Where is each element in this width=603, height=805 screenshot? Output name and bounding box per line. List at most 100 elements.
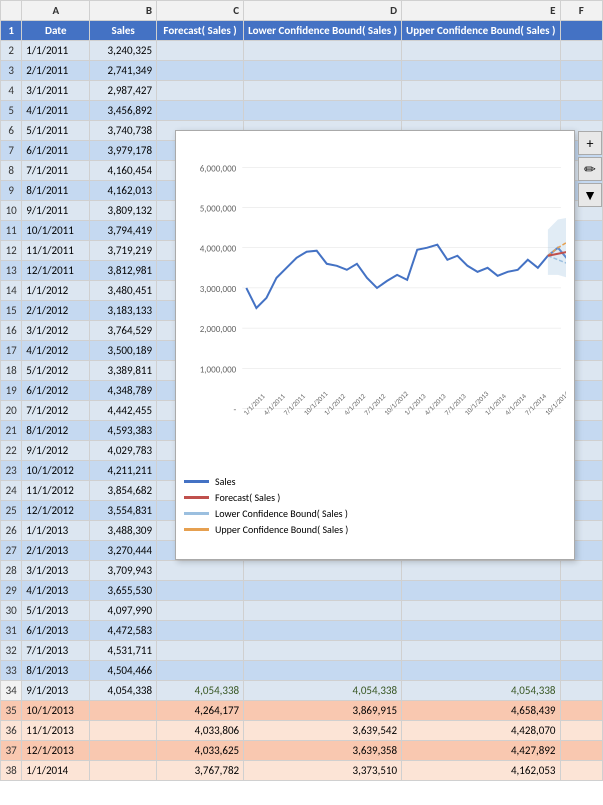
legend-sales-label: Sales bbox=[215, 475, 236, 488]
cell-b: 4,162,013 bbox=[90, 181, 157, 201]
cell-d bbox=[244, 641, 402, 661]
cell-a: 6/1/2012 bbox=[22, 381, 90, 401]
row-number: 32 bbox=[1, 641, 22, 661]
svg-text:4,000,000: 4,000,000 bbox=[200, 244, 237, 255]
table-row: 316/1/20134,472,583 bbox=[1, 621, 603, 641]
svg-text:10/1/2014: 10/1/2014 bbox=[543, 389, 566, 417]
cell-a: 5/1/2011 bbox=[22, 121, 90, 141]
cell-c bbox=[157, 81, 244, 101]
cell-b: 3,854,682 bbox=[90, 481, 157, 501]
cell-b: 3,812,981 bbox=[90, 261, 157, 281]
cell-c bbox=[157, 41, 244, 61]
cell-d: 3,639,358 bbox=[244, 741, 402, 761]
cell-e bbox=[402, 581, 560, 601]
cell-a: 3/1/2012 bbox=[22, 321, 90, 341]
cell-b bbox=[90, 761, 157, 781]
cell-c: 4,033,625 bbox=[157, 741, 244, 761]
col-e-header: E bbox=[402, 1, 560, 21]
table-row: 283/1/20133,709,943 bbox=[1, 561, 603, 581]
row-number: 11 bbox=[1, 221, 22, 241]
row-number: 33 bbox=[1, 661, 22, 681]
row-number: 10 bbox=[1, 201, 22, 221]
row-number: 15 bbox=[1, 301, 22, 321]
cell-a: 10/1/2011 bbox=[22, 221, 90, 241]
cell-f bbox=[560, 61, 603, 81]
chart-add-button[interactable]: + bbox=[578, 131, 602, 155]
table-row: 54/1/20113,456,892 bbox=[1, 101, 603, 121]
table-row: 3611/1/20134,033,8063,639,5424,428,070 bbox=[1, 721, 603, 741]
table-row: 338/1/20134,504,466 bbox=[1, 661, 603, 681]
row-number: 5 bbox=[1, 101, 22, 121]
cell-f bbox=[560, 101, 603, 121]
chart-filter-button[interactable]: ▼ bbox=[578, 183, 602, 207]
row-number: 20 bbox=[1, 401, 22, 421]
cell-a: 1/1/2012 bbox=[22, 281, 90, 301]
row-number: 35 bbox=[1, 701, 22, 721]
cell-d: 4,054,338 bbox=[244, 681, 402, 701]
table-row: 294/1/20133,655,530 bbox=[1, 581, 603, 601]
cell-c bbox=[157, 621, 244, 641]
cell-f bbox=[560, 681, 603, 701]
col-a-header: A bbox=[22, 1, 90, 21]
cell-a: 9/1/2013 bbox=[22, 681, 90, 701]
col-b-header: B bbox=[90, 1, 157, 21]
cell-b: 3,709,943 bbox=[90, 561, 157, 581]
row-1-header: 1 bbox=[1, 21, 22, 41]
cell-a: 1/1/2013 bbox=[22, 521, 90, 541]
cell-a: 2/1/2012 bbox=[22, 301, 90, 321]
cell-b: 4,097,990 bbox=[90, 601, 157, 621]
cell-b: 4,531,711 bbox=[90, 641, 157, 661]
row-number: 22 bbox=[1, 441, 22, 461]
cell-a: 4/1/2012 bbox=[22, 341, 90, 361]
chart-brush-button[interactable]: ✏ bbox=[578, 157, 602, 181]
cell-a: 5/1/2013 bbox=[22, 601, 90, 621]
cell-a: 9/1/2011 bbox=[22, 201, 90, 221]
legend-upper-label: Upper Confidence Bound( Sales ) bbox=[215, 523, 348, 536]
row-number: 26 bbox=[1, 521, 22, 541]
legend-sales: Sales bbox=[184, 475, 566, 488]
cell-e bbox=[402, 641, 560, 661]
row-number: 24 bbox=[1, 481, 22, 501]
cell-a: 3/1/2011 bbox=[22, 81, 90, 101]
cell-f bbox=[560, 621, 603, 641]
header-f bbox=[560, 21, 603, 41]
header-sales: Sales bbox=[90, 21, 157, 41]
cell-a: 8/1/2013 bbox=[22, 661, 90, 681]
cell-a: 7/1/2012 bbox=[22, 401, 90, 421]
cell-d bbox=[244, 661, 402, 681]
cell-b: 4,029,783 bbox=[90, 441, 157, 461]
legend-lower-line bbox=[184, 512, 209, 515]
cell-d: 3,869,915 bbox=[244, 701, 402, 721]
chart-area: 6,000,000 5,000,000 4,000,000 3,000,000 … bbox=[176, 131, 574, 471]
col-c-header: C bbox=[157, 1, 244, 21]
cell-b: 3,719,219 bbox=[90, 241, 157, 261]
legend-upper-line bbox=[184, 528, 209, 531]
cell-a: 10/1/2012 bbox=[22, 461, 90, 481]
cell-f bbox=[560, 761, 603, 781]
cell-d bbox=[244, 621, 402, 641]
row-number: 9 bbox=[1, 181, 22, 201]
header-date: Date bbox=[22, 21, 90, 41]
cell-a: 1/1/2011 bbox=[22, 41, 90, 61]
row-number: 17 bbox=[1, 341, 22, 361]
cell-e bbox=[402, 101, 560, 121]
cell-a: 9/1/2012 bbox=[22, 441, 90, 461]
cell-a: 11/1/2013 bbox=[22, 721, 90, 741]
cell-f bbox=[560, 701, 603, 721]
cell-e bbox=[402, 61, 560, 81]
svg-text:1,000,000: 1,000,000 bbox=[200, 364, 237, 375]
cell-d bbox=[244, 101, 402, 121]
row-number: 36 bbox=[1, 721, 22, 741]
row-number: 16 bbox=[1, 321, 22, 341]
cell-a: 2/1/2013 bbox=[22, 541, 90, 561]
row-number: 34 bbox=[1, 681, 22, 701]
row-number: 13 bbox=[1, 261, 22, 281]
cell-a: 3/1/2013 bbox=[22, 561, 90, 581]
cell-e bbox=[402, 621, 560, 641]
cell-b: 3,183,133 bbox=[90, 301, 157, 321]
legend-forecast-label: Forecast( Sales ) bbox=[215, 491, 280, 504]
cell-a: 10/1/2013 bbox=[22, 701, 90, 721]
cell-b: 4,593,383 bbox=[90, 421, 157, 441]
cell-a: 8/1/2011 bbox=[22, 181, 90, 201]
cell-c bbox=[157, 101, 244, 121]
